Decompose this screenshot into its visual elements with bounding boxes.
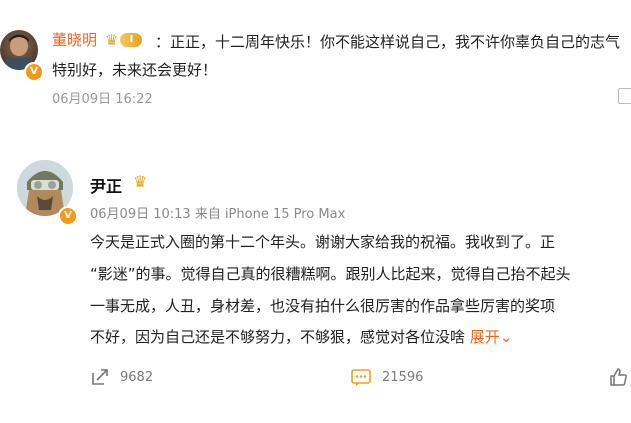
repost-count: 9682: [120, 369, 154, 385]
reply-text: ：正正，十二周年快乐！你不能这样说自己，我不许你辜负自己的志气: [155, 33, 621, 51]
post-text-line: 一事无成，人丑，身材差，也没有拍什么很厉害的作品拿些厉害的奖项: [90, 297, 556, 315]
expand-link[interactable]: 展开⌄: [470, 328, 513, 346]
post-text-tail: 不好，因为自己还是不够努力，不够狠，感觉对各位没啥: [90, 328, 466, 346]
like-button[interactable]: [608, 367, 631, 387]
share-icon[interactable]: [618, 88, 631, 104]
member-level: I: [120, 32, 143, 47]
post-meta: 06月09日 10:13 来自 iPhone 15 Pro Max: [90, 207, 346, 222]
crown-icon: ♛: [133, 172, 148, 191]
post-text-line: “影迷”的事。觉得自己真的很糟糕啊。跟别人比起来，觉得自己抬不起头: [90, 265, 571, 283]
comment-count: 21596: [382, 369, 424, 385]
reply-timestamp: 06月09日 16:22: [52, 92, 153, 107]
comment-icon: [351, 369, 371, 386]
chevron-down-icon: ⌄: [499, 328, 513, 346]
thumbs-up-icon: [610, 368, 627, 386]
verified-v-icon: V: [58, 206, 78, 226]
post-text-line: 今天是正式入圈的第十二个年头。谢谢大家给我的祝福。我收到了。正: [90, 233, 556, 251]
reply-author-name[interactable]: 董晓明: [52, 29, 97, 50]
repost-button[interactable]: 9682: [90, 367, 153, 387]
comment-button[interactable]: 21596: [350, 367, 423, 387]
verified-v-icon: V: [24, 62, 44, 82]
post-author-name[interactable]: 尹正: [90, 173, 122, 197]
post-text-line: 不好，因为自己还是不够努力，不够狠，感觉对各位没啥 展开⌄: [90, 326, 512, 347]
member-badge: ♛ I: [105, 30, 151, 49]
share-icon: [92, 369, 108, 385]
crown-icon: ♛: [105, 30, 119, 49]
reply-text-continued: 特别好，未来还会更好！: [52, 61, 218, 79]
